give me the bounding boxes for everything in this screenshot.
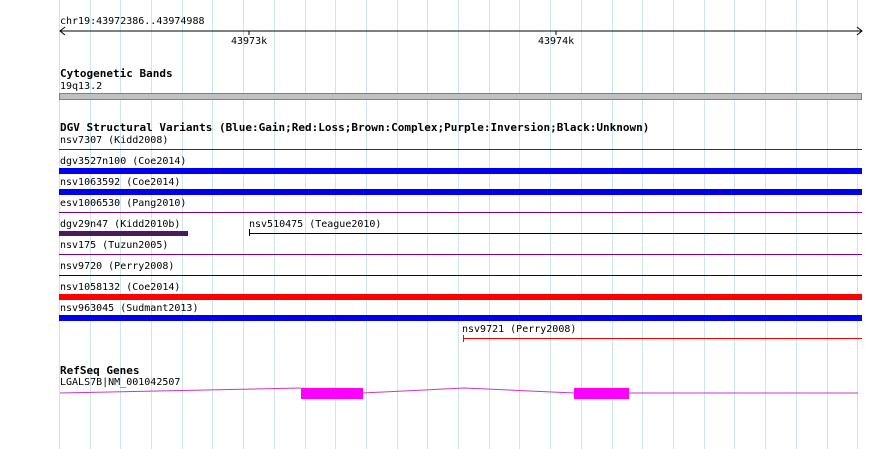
variant-inversion-line[interactable]	[59, 149, 862, 150]
dgv-track-title: DGV Structural Variants (Blue:Gain;Red:L…	[60, 121, 650, 134]
ruler-axis	[59, 26, 863, 36]
gene-model[interactable]	[58, 380, 866, 404]
variant-gain-bar[interactable]	[59, 168, 862, 174]
ruler-tick-label: 43974k	[538, 36, 575, 47]
variant-gain-bar[interactable]	[59, 189, 862, 195]
gene-intron-line	[362, 387, 575, 394]
variant-label: nsv1063592 (Coe2014)	[60, 177, 181, 188]
refseq-track-title: RefSeq Genes	[60, 364, 140, 377]
variant-label: dgv3527n100 (Coe2014)	[60, 156, 187, 167]
variant-label: nsv175 (Tuzun2005)	[60, 240, 169, 251]
variant-gain-line[interactable]	[59, 275, 862, 276]
gene-exon	[574, 388, 629, 399]
variant-label: dgv29n47 (Kidd2010b)	[60, 219, 181, 230]
gene-intron-line	[59, 387, 302, 394]
variant-label: nsv9721 (Perry2008)	[462, 324, 577, 335]
genome-browser-view: chr19:43972386..43974988 43973k 43974k C…	[0, 0, 890, 449]
variant-label: nsv1058132 (Coe2014)	[60, 282, 181, 293]
variant-label: esv1006530 (Pang2010)	[60, 198, 187, 209]
variant-unknown-line[interactable]	[249, 233, 862, 234]
ruler-tick-label: 43973k	[231, 36, 268, 47]
cytoband-label: 19q13.2	[60, 81, 103, 92]
gene-exon	[301, 388, 363, 399]
variant-gain-bar[interactable]	[59, 315, 862, 321]
variant-label: nsv963045 (Sudmant2013)	[60, 303, 199, 314]
variant-complex-bar[interactable]	[59, 231, 188, 236]
variant-label: nsv510475 (Teague2010)	[249, 219, 382, 230]
variant-inversion-line[interactable]	[59, 254, 862, 255]
cytoband-track-title: Cytogenetic Bands	[60, 67, 173, 80]
variant-loss-bar[interactable]	[59, 294, 862, 300]
variant-inversion-line[interactable]	[59, 212, 862, 213]
variant-label: nsv9720 (Perry2008)	[60, 261, 175, 272]
variant-loss-line[interactable]	[463, 338, 862, 339]
cytoband-bar[interactable]	[59, 93, 862, 100]
variant-label: nsv7307 (Kidd2008)	[60, 135, 169, 146]
